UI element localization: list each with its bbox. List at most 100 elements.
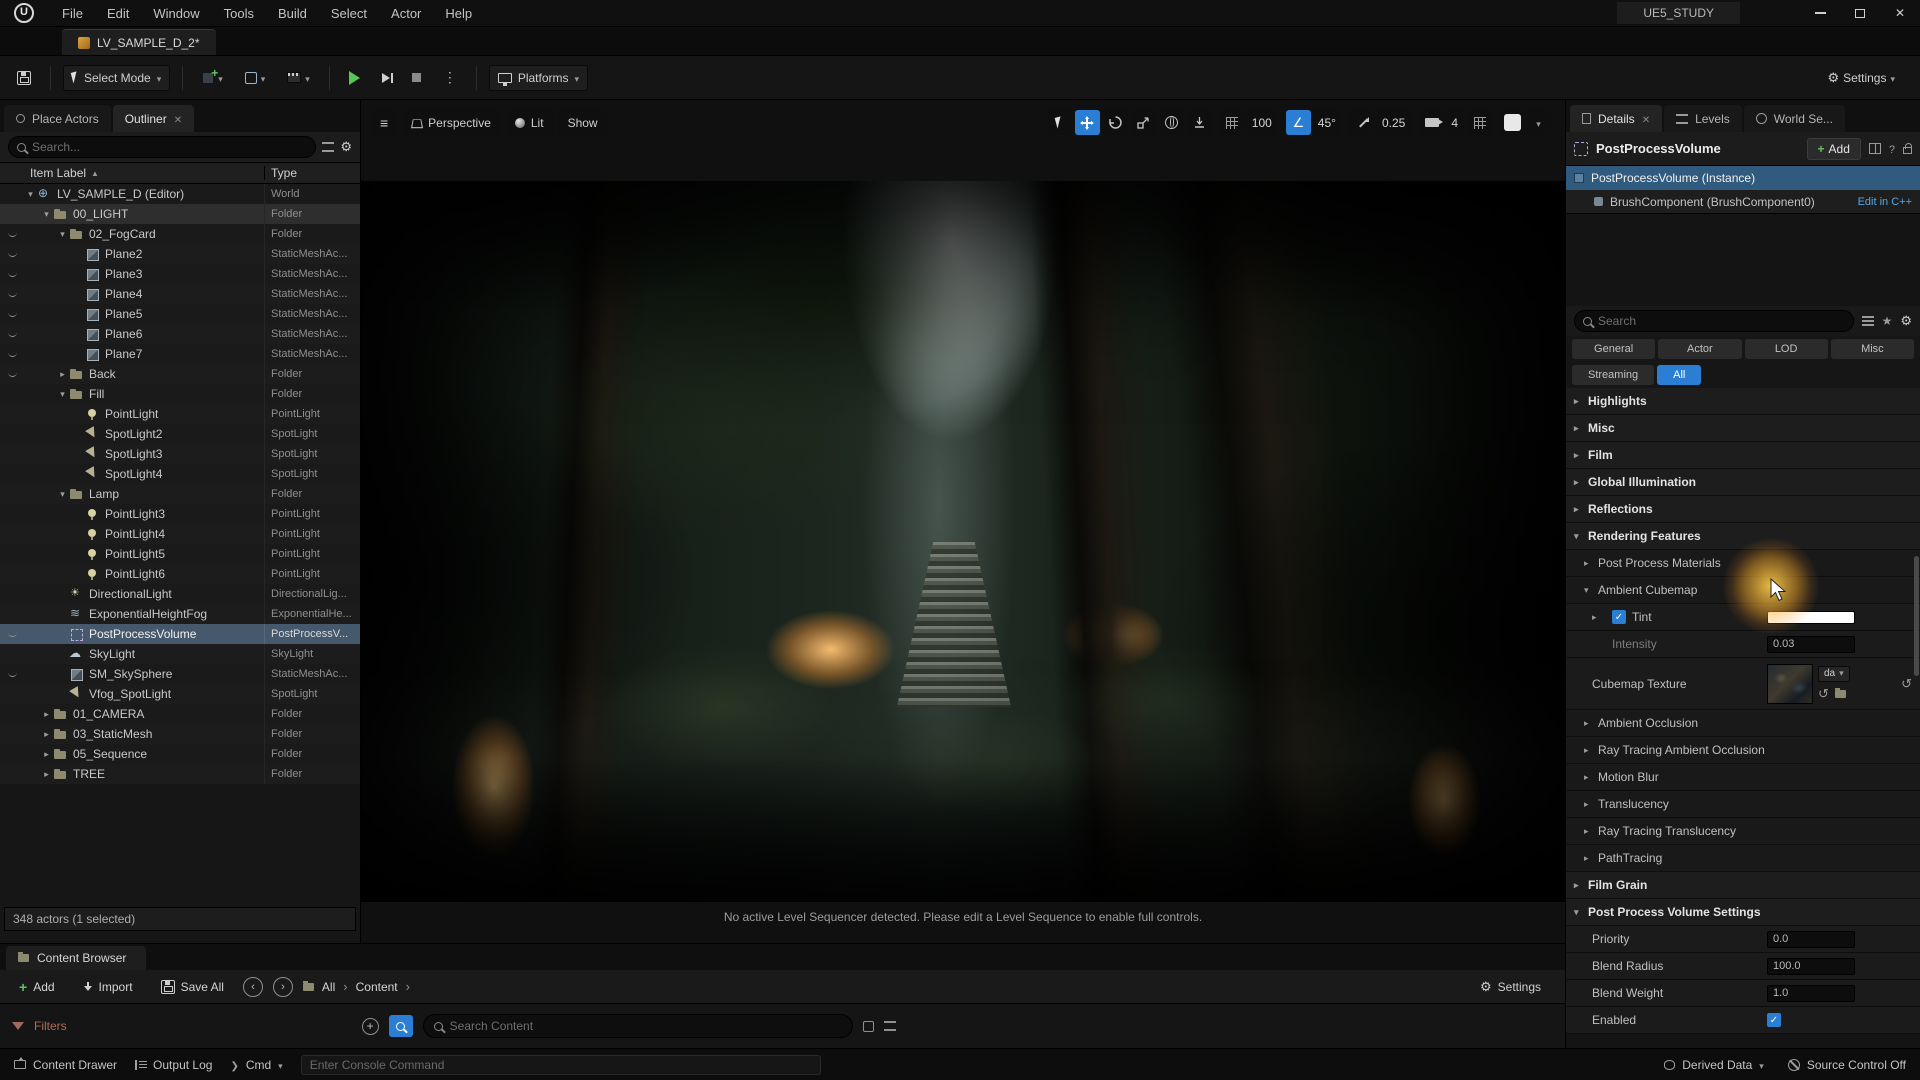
details-section-row[interactable]: ▾ Post Process Volume Settings bbox=[1566, 899, 1920, 926]
camera-speed-button[interactable] bbox=[1419, 110, 1444, 135]
filter-chip[interactable]: Actor bbox=[1658, 339, 1741, 359]
visibility-eye-icon[interactable] bbox=[0, 424, 24, 444]
column-type[interactable]: Type bbox=[264, 166, 360, 180]
menu-item[interactable]: Build bbox=[268, 3, 317, 24]
browse-to-asset-icon[interactable] bbox=[1835, 690, 1846, 698]
minimize-button[interactable] bbox=[1800, 0, 1840, 26]
tab-levels[interactable]: Levels bbox=[1664, 105, 1742, 132]
visibility-eye-icon[interactable] bbox=[0, 524, 24, 544]
menu-item[interactable]: Window bbox=[143, 3, 209, 24]
outliner-search[interactable] bbox=[8, 136, 316, 158]
visibility-eye-icon[interactable] bbox=[0, 724, 24, 744]
save-button[interactable] bbox=[10, 65, 38, 91]
filter-list-icon[interactable] bbox=[884, 1021, 896, 1031]
section-expand-arrow[interactable]: ▸ bbox=[1584, 745, 1598, 756]
viewport-scene[interactable] bbox=[361, 181, 1565, 902]
grid-snap-value[interactable]: 100 bbox=[1246, 110, 1278, 135]
select-tool-button[interactable] bbox=[1047, 110, 1072, 135]
menu-item[interactable]: Tools bbox=[214, 3, 264, 24]
menu-item[interactable]: Select bbox=[321, 3, 377, 24]
menu-item[interactable]: Help bbox=[435, 3, 482, 24]
details-scrollbar[interactable] bbox=[1914, 556, 1919, 676]
details-section-row[interactable]: ▸ Film bbox=[1566, 442, 1920, 469]
component-row[interactable]: BrushComponent (BrushComponent0) Edit in… bbox=[1566, 190, 1920, 214]
instance-row[interactable]: PostProcessVolume (Instance) bbox=[1566, 166, 1920, 190]
tab-content-browser[interactable]: Content Browser bbox=[6, 946, 146, 970]
tint-expand-arrow[interactable]: ▸ bbox=[1592, 612, 1606, 623]
visibility-eye-icon[interactable] bbox=[0, 324, 24, 344]
expand-arrow-icon[interactable]: ▾ bbox=[56, 389, 69, 400]
visibility-eye-icon[interactable] bbox=[0, 644, 24, 664]
view-mode-dropdown[interactable]: Lit bbox=[506, 110, 553, 136]
viewport-menu-button[interactable] bbox=[371, 110, 397, 136]
enabled-checkbox[interactable] bbox=[1767, 1013, 1781, 1027]
tint-color-swatch[interactable] bbox=[1767, 611, 1855, 624]
intensity-input[interactable]: 0.03 bbox=[1767, 636, 1855, 653]
filter-chip[interactable]: Streaming bbox=[1572, 365, 1654, 385]
filter-chip[interactable]: LOD bbox=[1745, 339, 1828, 359]
expand-arrow-icon[interactable]: ▾ bbox=[56, 229, 69, 240]
details-search[interactable] bbox=[1574, 310, 1854, 332]
section-expand-arrow[interactable]: ▸ bbox=[1574, 423, 1588, 434]
section-expand-arrow[interactable]: ▸ bbox=[1584, 772, 1598, 783]
use-selected-asset-icon[interactable] bbox=[1818, 686, 1829, 702]
visibility-eye-icon[interactable] bbox=[0, 664, 24, 684]
settings-dropdown[interactable]: Settings bbox=[1820, 65, 1902, 91]
outliner-row[interactable]: SM_SkySphere StaticMeshAc... bbox=[0, 664, 360, 684]
visibility-eye-icon[interactable] bbox=[0, 764, 24, 784]
visibility-eye-icon[interactable] bbox=[0, 364, 24, 384]
add-filter-icon[interactable] bbox=[362, 1018, 379, 1035]
derived-data-button[interactable]: Derived Data bbox=[1664, 1058, 1764, 1072]
outliner-row[interactable]: Plane7 StaticMeshAc... bbox=[0, 344, 360, 364]
outliner-row[interactable]: PostProcessVolume PostProcessV... bbox=[0, 624, 360, 644]
menu-item[interactable]: Actor bbox=[381, 3, 431, 24]
history-forward-button[interactable] bbox=[273, 977, 293, 997]
section-expand-arrow[interactable]: ▸ bbox=[1584, 799, 1598, 810]
close-tab-icon[interactable] bbox=[1642, 112, 1650, 126]
reset-to-default-icon[interactable] bbox=[1901, 676, 1912, 692]
outliner-row[interactable]: ExponentialHeightFog ExponentialHe... bbox=[0, 604, 360, 624]
section-expand-arrow[interactable]: ▸ bbox=[1584, 558, 1598, 569]
close-button[interactable] bbox=[1880, 0, 1920, 26]
add-asset-button[interactable]: + Add bbox=[10, 975, 64, 999]
details-section-row[interactable]: ▸ Ray Tracing Translucency bbox=[1566, 818, 1920, 845]
filters-label[interactable]: Filters bbox=[34, 1019, 67, 1033]
outliner-row[interactable]: PointLight PointLight bbox=[0, 404, 360, 424]
section-expand-arrow[interactable]: ▾ bbox=[1574, 907, 1588, 918]
expand-arrow-icon[interactable]: ▾ bbox=[24, 189, 37, 200]
outliner-row[interactable]: ▸ 05_Sequence Folder bbox=[0, 744, 360, 764]
visibility-eye-icon[interactable] bbox=[0, 544, 24, 564]
visibility-eye-icon[interactable] bbox=[0, 444, 24, 464]
visibility-eye-icon[interactable] bbox=[0, 564, 24, 584]
visibility-eye-icon[interactable] bbox=[0, 204, 24, 224]
expand-arrow-icon[interactable]: ▾ bbox=[40, 209, 53, 220]
filter-chip[interactable]: General bbox=[1572, 339, 1655, 359]
visibility-eye-icon[interactable] bbox=[0, 604, 24, 624]
visibility-eye-icon[interactable] bbox=[0, 624, 24, 644]
details-section-row[interactable]: ▸ Film Grain bbox=[1566, 872, 1920, 899]
outliner-row[interactable]: ▸ 01_CAMERA Folder bbox=[0, 704, 360, 724]
texture-asset-dropdown[interactable]: da bbox=[1818, 666, 1850, 682]
outliner-row[interactable]: ▾ Fill Folder bbox=[0, 384, 360, 404]
priority-input[interactable]: 0.0 bbox=[1767, 931, 1855, 948]
breadcrumb-current[interactable]: Content bbox=[356, 980, 398, 994]
cubemap-texture-thumbnail[interactable] bbox=[1767, 664, 1813, 704]
menu-item[interactable]: Edit bbox=[97, 3, 139, 24]
split-view-icon[interactable] bbox=[1869, 143, 1881, 154]
section-expand-arrow[interactable]: ▸ bbox=[1584, 826, 1598, 837]
cmd-dropdown[interactable]: Cmd bbox=[230, 1058, 282, 1072]
grid-snap-button[interactable] bbox=[1220, 110, 1245, 135]
tab-place-actors[interactable]: Place Actors bbox=[4, 105, 111, 132]
save-search-icon[interactable] bbox=[863, 1021, 874, 1032]
close-tab-icon[interactable] bbox=[174, 112, 182, 126]
maximize-viewport-button[interactable] bbox=[1500, 110, 1525, 135]
section-expand-arrow[interactable]: ▸ bbox=[1584, 718, 1598, 729]
outliner-row[interactable]: ▾ 02_FogCard Folder bbox=[0, 224, 360, 244]
section-expand-arrow[interactable]: ▸ bbox=[1574, 450, 1588, 461]
details-section-row[interactable]: ▸ Ray Tracing Ambient Occlusion bbox=[1566, 737, 1920, 764]
view-layout-button[interactable] bbox=[1467, 110, 1492, 135]
visibility-eye-icon[interactable] bbox=[0, 184, 24, 204]
details-section-row[interactable]: ▸ Reflections bbox=[1566, 496, 1920, 523]
maximize-button[interactable] bbox=[1840, 0, 1880, 26]
frame-skip-button[interactable] bbox=[375, 65, 397, 91]
